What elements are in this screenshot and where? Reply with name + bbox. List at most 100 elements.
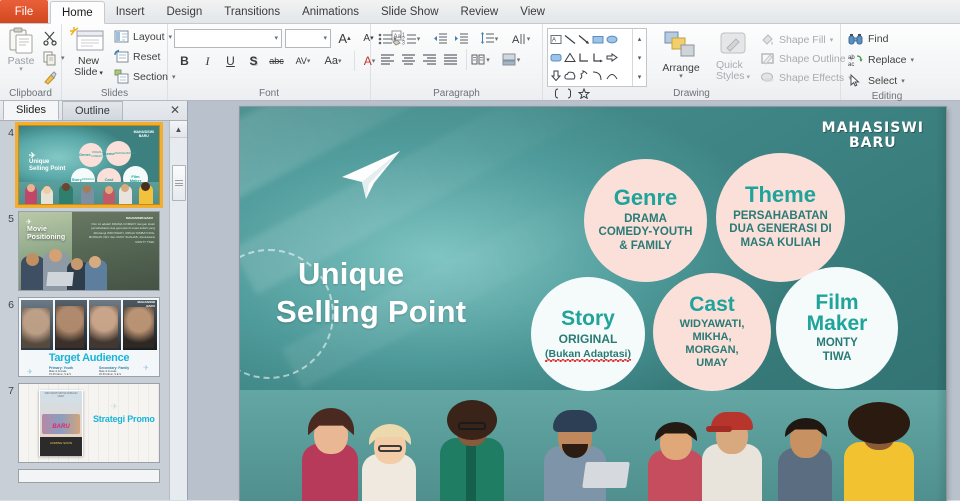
ribbon-tabstrip: File Home Insert Design Transitions Anim… — [0, 0, 960, 24]
find-button[interactable]: Find — [845, 29, 917, 48]
shapes-gallery[interactable]: A ▴ ▾ ▾ — [547, 28, 647, 99]
slide-number-7: 7 — [8, 385, 14, 397]
arrange-button[interactable]: Arrange ▾ — [653, 28, 709, 82]
scrollbar-thumb[interactable] — [172, 165, 186, 201]
italic-button[interactable]: I — [197, 51, 218, 71]
shape-rounded-rectangle[interactable] — [549, 48, 563, 66]
slide-thumbnail-7[interactable]: 7 BARU COMING SOON WIDYAWATI MIKHA MORGA… — [0, 383, 169, 463]
paper-plane-icon — [342, 151, 400, 199]
current-slide[interactable]: MAHASISWI BARU Unique Selling Point Genr… — [240, 107, 946, 501]
slide-thumbnail-8-partial[interactable] — [0, 469, 169, 483]
font-size-input[interactable]: ▾ — [285, 28, 331, 48]
tab-slide-show[interactable]: Slide Show — [370, 1, 450, 23]
align-center-button[interactable] — [398, 49, 419, 70]
quick-styles-button[interactable]: Quick Styles ▾ — [709, 28, 757, 85]
shape-textbox[interactable]: A — [549, 30, 563, 48]
slide-thumbnail-5-canvas[interactable]: Movie Positioning ✈ Film ini adalah DRAMA… — [18, 211, 160, 291]
circle-theme[interactable]: Theme PERSAHABATAN DUA GENERASI DI MASA … — [716, 153, 845, 282]
bold-button[interactable]: B — [174, 51, 195, 71]
tab-review[interactable]: Review — [450, 1, 510, 23]
shape-triangle[interactable] — [563, 48, 577, 66]
person-8 — [836, 402, 922, 501]
slide-thumbnail-4-canvas[interactable]: ✈ Unique Selling Point MAHASISWI BARU Genr… — [15, 122, 163, 208]
shape-arrow[interactable] — [577, 30, 591, 48]
decrease-indent-button[interactable] — [430, 28, 451, 49]
align-left-button[interactable] — [377, 49, 398, 70]
shape-scribble[interactable] — [577, 66, 591, 84]
replace-dropdown-arrow[interactable]: ▾ — [911, 56, 915, 64]
shape-cloud[interactable] — [563, 66, 577, 84]
section-icon — [114, 69, 129, 84]
slide-thumbnail-4[interactable]: 4 ✈ Unique Selling Point MAHASISWI BARU Ge… — [0, 122, 169, 208]
shape-elbow-arrow-connector[interactable] — [591, 48, 605, 66]
paste-dropdown-arrow[interactable]: ▾ — [19, 66, 23, 73]
shape-fill-dropdown-arrow[interactable]: ▾ — [830, 36, 834, 44]
font-name-input[interactable]: ▾ — [174, 28, 282, 48]
paste-button[interactable]: Paste ▾ — [4, 26, 38, 87]
shapes-gallery-scroll-down[interactable]: ▾ — [633, 48, 646, 67]
person-6 — [698, 408, 766, 501]
columns-button[interactable]: ▾ — [466, 49, 494, 70]
align-right-button[interactable] — [419, 49, 440, 70]
convert-to-smartart-button[interactable]: ▾ — [498, 49, 524, 70]
circle-cast[interactable]: Cast WIDYAWATI, MIKHA, MORGAN, UMAY — [653, 273, 771, 391]
increase-indent-button[interactable] — [451, 28, 472, 49]
text-shadow-button[interactable]: S — [243, 51, 264, 71]
pane-tab-outline[interactable]: Outline — [61, 101, 123, 120]
justify-button[interactable] — [440, 49, 461, 70]
circle-genre[interactable]: Genre DRAMA COMEDY-YOUTH & FAMILY — [584, 159, 707, 282]
shape-elbow-connector[interactable] — [577, 48, 591, 66]
close-pane-button[interactable]: ✕ — [170, 103, 180, 117]
slide-thumbnail-5[interactable]: 5 Movie Positioning ✈ Film ini adalah DRA… — [0, 211, 169, 291]
columns-icon — [471, 54, 485, 65]
shape-down-arrow[interactable] — [549, 66, 563, 84]
new-slide-button[interactable]: New Slide ▾ — [66, 26, 111, 86]
shape-arc[interactable] — [605, 66, 619, 84]
tab-insert[interactable]: Insert — [105, 1, 156, 23]
underline-button[interactable]: U — [220, 51, 241, 71]
brand-logo: MAHASISWI BARU — [822, 121, 924, 151]
bullets-button[interactable]: ▾ — [377, 28, 398, 49]
select-label: Select — [868, 74, 898, 87]
shapes-gallery-scroll-up[interactable]: ▴ — [633, 29, 646, 48]
scroll-up-arrow[interactable]: ▲ — [170, 121, 187, 138]
change-case-button[interactable]: Aa ▾ — [319, 51, 347, 71]
tab-design[interactable]: Design — [155, 1, 213, 23]
shape-rectangle[interactable] — [591, 30, 605, 48]
character-spacing-button[interactable]: AV ▾ — [289, 51, 317, 71]
slide-thumbnail-8-canvas[interactable] — [18, 469, 160, 483]
slide-thumbnail-6[interactable]: 6 MAHASISWI BARU Target Audience Primary… — [0, 297, 169, 377]
tab-home[interactable]: Home — [50, 1, 105, 24]
circle-film-maker[interactable]: Film Maker MONTY TIWA — [776, 267, 898, 389]
arrange-dropdown-arrow[interactable]: ▾ — [679, 73, 683, 80]
slide-title[interactable]: Unique Selling Point — [276, 255, 466, 331]
strikethrough-button[interactable]: abc — [266, 51, 287, 71]
shapes-gallery-more[interactable]: ▾ — [633, 67, 646, 86]
shape-curve[interactable] — [591, 66, 605, 84]
tab-transitions[interactable]: Transitions — [213, 1, 291, 23]
slide-thumbnail-6-canvas[interactable]: MAHASISWI BARU Target Audience Primary: Y… — [18, 297, 160, 377]
numbering-button[interactable]: 1 2 3 ▾ — [398, 28, 424, 49]
slide-right-edge-shade — [936, 107, 946, 501]
font-name-dropdown-arrow[interactable]: ▾ — [274, 34, 278, 42]
select-button[interactable]: Select ▾ — [845, 71, 917, 90]
thumbnail-scrollbar[interactable]: ▲ — [169, 121, 187, 500]
select-dropdown-arrow[interactable]: ▾ — [901, 77, 905, 85]
slide-number-5: 5 — [8, 213, 14, 225]
circle-story[interactable]: Story ORIGINAL (Bukan Adaptasi) — [531, 277, 645, 391]
tab-view[interactable]: View — [509, 1, 556, 23]
replace-button[interactable]: ab ac Replace ▾ — [845, 50, 917, 69]
align-right-icon — [423, 54, 436, 65]
grow-font-button[interactable]: A ▴ — [334, 28, 355, 48]
circle-film-maker-heading-1: Film — [815, 290, 859, 314]
tab-animations[interactable]: Animations — [291, 1, 370, 23]
shape-line[interactable] — [563, 30, 577, 48]
tab-file[interactable]: File — [0, 0, 48, 23]
font-size-dropdown-arrow[interactable]: ▾ — [323, 34, 327, 42]
slide-thumbnail-7-canvas[interactable]: BARU COMING SOON WIDYAWATI MIKHA MORGAN … — [18, 383, 160, 463]
line-spacing-button[interactable]: ▾ — [476, 28, 502, 49]
shape-right-arrow[interactable] — [605, 48, 619, 66]
shape-oval[interactable] — [605, 30, 619, 48]
pane-tab-slides[interactable]: Slides — [3, 100, 59, 120]
text-direction-button[interactable]: A ▾ — [508, 28, 534, 49]
